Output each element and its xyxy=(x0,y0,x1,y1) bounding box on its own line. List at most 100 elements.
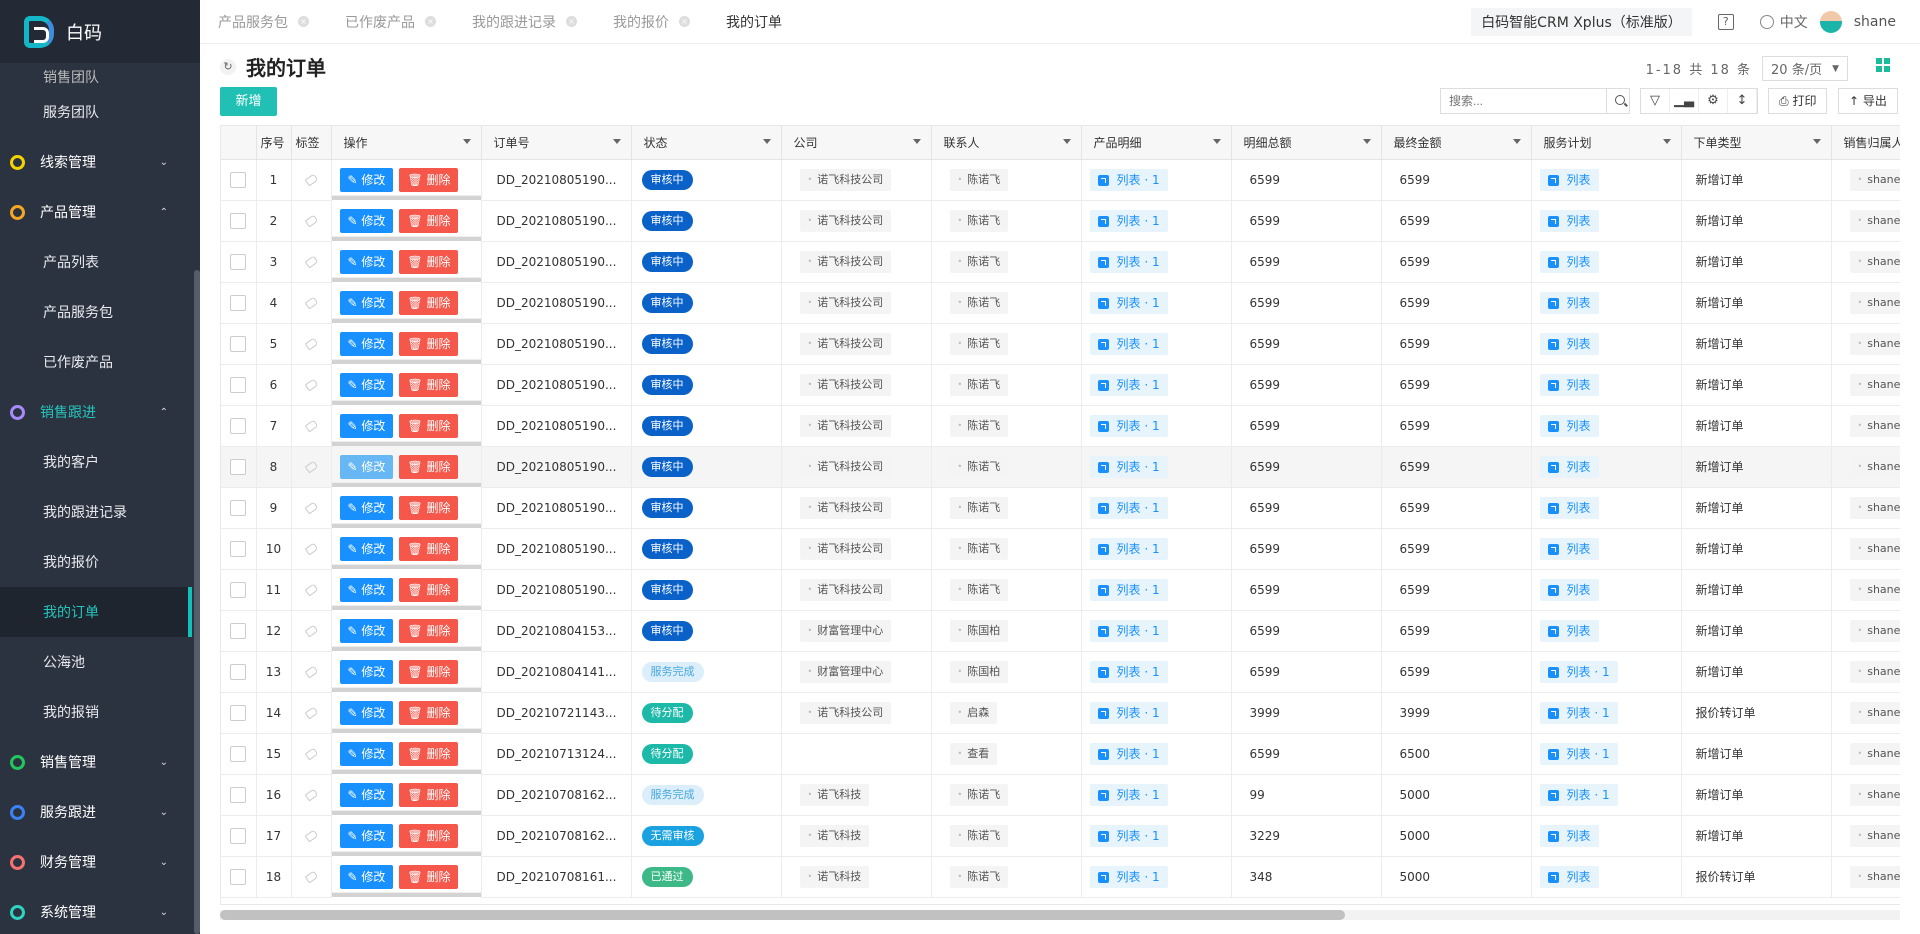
owner-tag[interactable]: shane xyxy=(1849,455,1900,478)
order-number[interactable]: DD_20210805190... xyxy=(481,323,632,365)
row-tag[interactable] xyxy=(291,815,332,857)
tab-4[interactable]: 我的订单 xyxy=(708,0,800,43)
row-tag[interactable] xyxy=(291,569,332,611)
row-select[interactable] xyxy=(221,856,257,898)
tag-icon[interactable] xyxy=(304,255,318,268)
delete-button[interactable]: 🗑 删除 xyxy=(399,536,459,561)
owner-tag[interactable]: shane xyxy=(1849,414,1900,437)
company-tag[interactable]: 诺飞科技公司 xyxy=(799,414,892,437)
edit-button[interactable]: ✎ 修改 xyxy=(339,208,394,233)
column-menu-icon[interactable] xyxy=(1812,139,1821,144)
sidebar-item-15[interactable]: 财务管理 ⌄ xyxy=(0,837,192,887)
table-row[interactable]: 17✎ 修改🗑 删除DD_20210708162...无需审核诺飞科技陈诺飞列表… xyxy=(221,815,1900,857)
sidebar-item-12[interactable]: 我的报销 xyxy=(0,687,192,737)
row-select[interactable] xyxy=(221,364,257,406)
company-tag[interactable]: 诺飞科技公司 xyxy=(799,496,892,519)
tab-0[interactable]: 产品服务包 × xyxy=(200,0,327,43)
service-plan-link[interactable]: 列表 xyxy=(1539,373,1599,396)
sidebar-item-11[interactable]: 公海池 xyxy=(0,637,192,687)
table-row[interactable]: 9✎ 修改🗑 删除DD_20210805190...审核中诺飞科技公司陈诺飞列表… xyxy=(221,487,1900,529)
owner-tag[interactable]: shane xyxy=(1849,209,1900,232)
order-number[interactable]: DD_20210805190... xyxy=(481,241,632,283)
edit-button[interactable]: ✎ 修改 xyxy=(339,618,394,643)
row-checkbox[interactable] xyxy=(230,376,247,393)
settings-icon[interactable]: ⚙ xyxy=(1699,89,1728,113)
row-select[interactable] xyxy=(221,774,257,816)
owner-tag[interactable]: shane xyxy=(1849,373,1900,396)
column-header[interactable]: 下单类型 xyxy=(1681,126,1832,160)
tag-icon[interactable] xyxy=(304,378,318,391)
tag-icon[interactable] xyxy=(304,870,318,883)
column-menu-icon[interactable] xyxy=(462,139,471,144)
order-number[interactable]: DD_20210805190... xyxy=(481,282,632,324)
product-detail-link[interactable]: 列表 · 1 xyxy=(1089,455,1168,478)
company-tag[interactable]: 诺飞科技公司 xyxy=(799,250,892,273)
tab-1[interactable]: 已作废产品 × xyxy=(327,0,454,43)
row-checkbox[interactable] xyxy=(230,868,247,885)
column-menu-icon[interactable] xyxy=(1512,139,1521,144)
row-select[interactable] xyxy=(221,569,257,611)
order-number[interactable]: DD_20210708162... xyxy=(481,815,632,857)
edit-button[interactable]: ✎ 修改 xyxy=(339,167,394,192)
delete-button[interactable]: 🗑 删除 xyxy=(399,823,459,848)
row-select[interactable] xyxy=(221,610,257,652)
delete-button[interactable]: 🗑 删除 xyxy=(399,208,459,233)
table-row[interactable]: 18✎ 修改🗑 删除DD_20210708161...已通过诺飞科技陈诺飞列表 … xyxy=(221,856,1900,898)
logo[interactable]: 白码 xyxy=(0,0,200,63)
table-row[interactable]: 5✎ 修改🗑 删除DD_20210805190...审核中诺飞科技公司陈诺飞列表… xyxy=(221,323,1900,365)
delete-button[interactable]: 🗑 删除 xyxy=(399,454,459,479)
service-plan-link[interactable]: 列表 xyxy=(1539,332,1599,355)
owner-tag[interactable]: shane xyxy=(1849,865,1900,888)
row-select[interactable] xyxy=(221,692,257,734)
contact-tag[interactable]: 陈诺飞 xyxy=(949,578,1009,601)
row-tag[interactable] xyxy=(291,405,332,447)
page-size-select[interactable]: 20 条/页 ▼ xyxy=(1762,56,1848,81)
edit-button[interactable]: ✎ 修改 xyxy=(339,741,394,766)
contact-tag[interactable]: 陈诺飞 xyxy=(949,168,1009,191)
table-row[interactable]: 3✎ 修改🗑 删除DD_20210805190...审核中诺飞科技公司陈诺飞列表… xyxy=(221,241,1900,283)
owner-tag[interactable]: shane xyxy=(1849,537,1900,560)
row-checkbox[interactable] xyxy=(230,458,247,475)
column-header[interactable]: 订单号 xyxy=(481,126,632,160)
service-plan-link[interactable]: 列表 xyxy=(1539,414,1599,437)
company-tag[interactable]: 诺飞科技公司 xyxy=(799,373,892,396)
row-checkbox[interactable] xyxy=(230,663,247,680)
sidebar-item-4[interactable]: 产品服务包 xyxy=(0,287,192,337)
close-icon[interactable]: × xyxy=(566,16,577,27)
tag-icon[interactable] xyxy=(304,542,318,555)
contact-tag[interactable]: 陈诺飞 xyxy=(949,332,1009,355)
order-number[interactable]: DD_20210805190... xyxy=(481,446,632,488)
row-checkbox[interactable] xyxy=(230,786,247,803)
tab-2[interactable]: 我的跟进记录 × xyxy=(454,0,595,43)
order-number[interactable]: DD_20210805190... xyxy=(481,405,632,447)
column-header[interactable]: 销售归属人 xyxy=(1831,126,1900,160)
edit-button[interactable]: ✎ 修改 xyxy=(339,700,394,725)
delete-button[interactable]: 🗑 删除 xyxy=(399,331,459,356)
owner-tag[interactable]: shane xyxy=(1849,496,1900,519)
delete-button[interactable]: 🗑 删除 xyxy=(399,413,459,438)
owner-tag[interactable]: shane xyxy=(1849,250,1900,273)
tag-icon[interactable] xyxy=(304,829,318,842)
table-row[interactable]: 7✎ 修改🗑 删除DD_20210805190...审核中诺飞科技公司陈诺飞列表… xyxy=(221,405,1900,447)
sidebar-item-partial[interactable]: 销售团队 xyxy=(0,63,192,87)
row-select[interactable] xyxy=(221,815,257,857)
product-detail-link[interactable]: 列表 · 1 xyxy=(1089,742,1168,765)
column-menu-icon[interactable] xyxy=(1062,139,1071,144)
service-plan-link[interactable]: 列表 xyxy=(1539,455,1599,478)
service-plan-link[interactable]: 列表 · 1 xyxy=(1539,783,1618,806)
owner-tag[interactable]: shane xyxy=(1849,824,1900,847)
product-detail-link[interactable]: 列表 · 1 xyxy=(1089,865,1168,888)
tag-icon[interactable] xyxy=(304,665,318,678)
contact-tag[interactable]: 陈诺飞 xyxy=(949,537,1009,560)
table-row[interactable]: 16✎ 修改🗑 删除DD_20210708162...服务完成诺飞科技陈诺飞列表… xyxy=(221,774,1900,816)
product-detail-link[interactable]: 列表 · 1 xyxy=(1089,168,1168,191)
order-number[interactable]: DD_20210721143... xyxy=(481,692,632,734)
row-tag[interactable] xyxy=(291,323,332,365)
service-plan-link[interactable]: 列表 · 1 xyxy=(1539,701,1618,724)
tag-icon[interactable] xyxy=(304,214,318,227)
sidebar-item-6[interactable]: 销售跟进 ⌃ xyxy=(0,387,192,437)
company-tag[interactable]: 诺飞科技 xyxy=(799,824,870,847)
sidebar-item-1[interactable]: 线索管理 ⌄ xyxy=(0,137,192,187)
row-checkbox[interactable] xyxy=(230,335,247,352)
sidebar-item-10[interactable]: 我的订单 xyxy=(0,587,192,637)
